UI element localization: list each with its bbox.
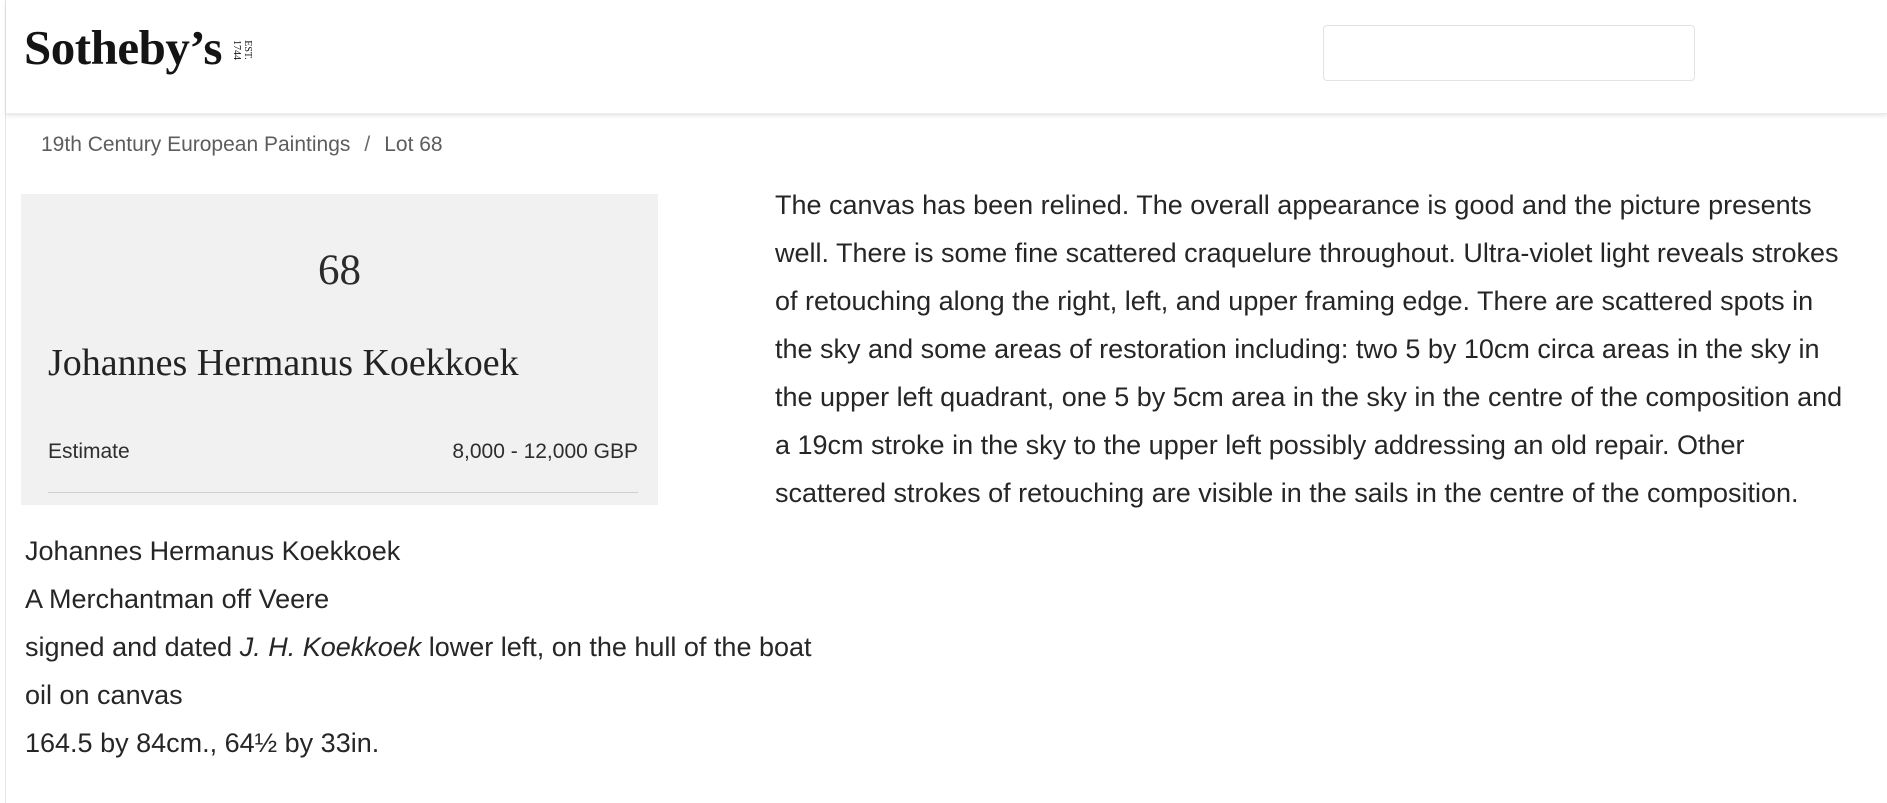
catalogue-signature-suffix: lower left, on the hull of the boat (421, 632, 812, 662)
breadcrumb-current-lot: Lot 68 (384, 133, 443, 156)
logo-wordmark[interactable]: Sotheby’s (24, 18, 222, 78)
logo-est-year: 1744 (230, 40, 242, 60)
catalogue-title: A Merchantman off Veere (25, 584, 330, 614)
catalogue-dimensions: 164.5 by 84cm., 64½ by 33in. (25, 728, 380, 758)
catalogue-signature-italic: J. H. Koekkoek (239, 632, 422, 662)
catalogue-artist: Johannes Hermanus Koekkoek (25, 536, 401, 566)
catalogue-signature-prefix: signed and dated (25, 632, 240, 662)
breadcrumb-sale-link[interactable]: 19th Century European Paintings (41, 133, 350, 157)
site-header: Sotheby’s EST. 1744 (6, 0, 1887, 114)
lot-summary-card: 68 Johannes Hermanus Koekkoek Estimate 8… (21, 194, 658, 505)
page-left-border (5, 0, 6, 803)
sothebys-logo[interactable]: Sotheby’s EST. 1744 (24, 18, 255, 78)
breadcrumb: 19th Century European Paintings / Lot 68 (41, 133, 443, 157)
breadcrumb-separator: / (364, 133, 371, 156)
search-input[interactable] (1323, 25, 1695, 81)
page: Sotheby’s EST. 1744 19th Century Europea… (0, 0, 1887, 803)
catalogue-signature: signed and dated J. H. Koekkoek lower le… (25, 623, 812, 671)
estimate-value: 8,000 - 12,000 GBP (452, 440, 638, 463)
estimate-divider (48, 492, 638, 493)
lot-number: 68 (318, 247, 361, 294)
catalogue-medium: oil on canvas (25, 680, 183, 710)
estimate-label: Estimate (48, 440, 130, 463)
logo-est-label: EST. (241, 40, 253, 60)
estimate-row: Estimate 8,000 - 12,000 GBP (48, 440, 638, 464)
condition-report-text: The canvas has been relined. The overall… (775, 190, 1843, 508)
lot-artist-name: Johannes Hermanus Koekkoek (48, 342, 519, 384)
logo-established-mark: EST. 1744 (231, 37, 253, 63)
catalogue-note: Johannes Hermanus Koekkoek A Merchantman… (25, 527, 812, 767)
